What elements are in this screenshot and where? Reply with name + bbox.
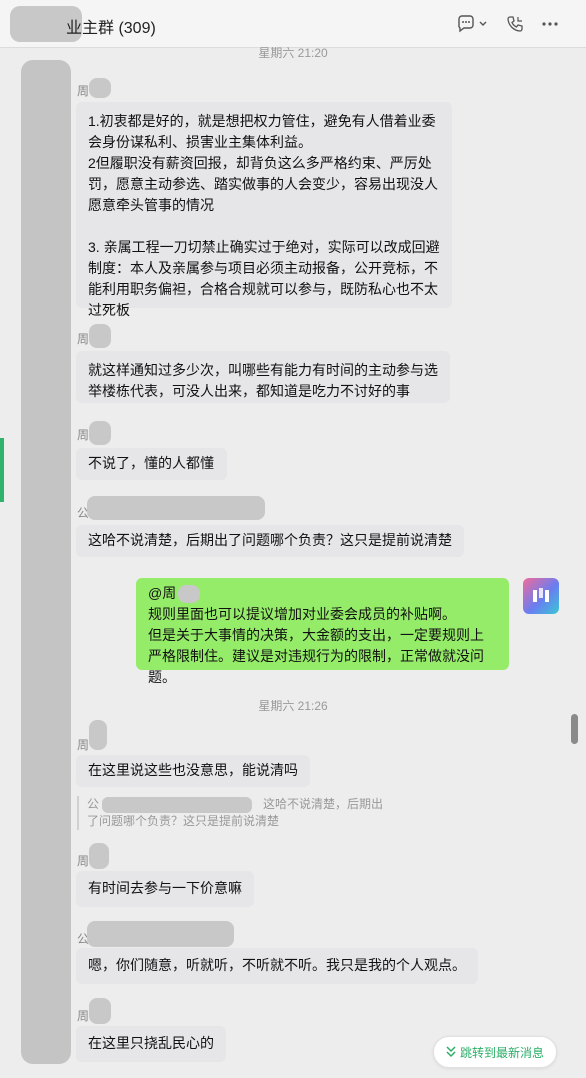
sender-name: 周 xyxy=(77,84,90,98)
sender-name-redacted xyxy=(89,843,109,869)
avatar-logo-icon xyxy=(533,588,549,602)
sender-name-redacted xyxy=(89,720,107,750)
message-bubble[interactable]: 这哈不说清楚，后期出了问题哪个负责？这只是提前说清楚 xyxy=(76,525,464,557)
timestamp: 星期六 21:26 xyxy=(258,699,328,713)
jump-to-latest-label: 跳转到最新消息 xyxy=(459,1045,544,1060)
phone-icon[interactable] xyxy=(503,12,527,36)
quote-sender-redacted xyxy=(102,797,252,813)
message-bubble[interactable]: 就这样通知过多少次，叫哪些有能力有时间的主动参与选举楼栋代表，可没人出来，都知道… xyxy=(76,351,450,403)
double-chevron-down-icon xyxy=(446,1046,456,1058)
message-bubble[interactable]: 不说了，懂的人都懂 xyxy=(76,448,227,480)
my-message-bubble[interactable]: @周 规则里面也可以提议增加对业委会成员的补贴啊。 但是关于大事情的决策，大金额… xyxy=(136,578,509,685)
sender-name-redacted xyxy=(87,496,265,520)
sender-name-redacted xyxy=(87,921,234,947)
sender-name: 周 xyxy=(77,854,90,868)
avatars-redacted xyxy=(21,60,71,1064)
sender-name: 周 xyxy=(77,428,90,442)
sender-name-redacted xyxy=(89,998,111,1024)
message-bubble[interactable]: 嗯，你们随意，听就听，不听就不听。我只是我的个人观点。 xyxy=(76,948,478,984)
chat-header: 业主群 (309) xyxy=(0,0,586,48)
mention-redacted xyxy=(178,585,201,604)
message-bubble[interactable]: 有时间去参与一下价意嘛 xyxy=(76,871,254,907)
my-avatar[interactable] xyxy=(523,578,559,614)
scrollbar-thumb[interactable] xyxy=(571,714,578,744)
chat-title[interactable]: 业主群 (309) xyxy=(66,14,156,38)
chevron-down-icon[interactable] xyxy=(476,12,490,36)
message-bubble[interactable]: 在这里只挠乱民心的 xyxy=(76,1026,226,1062)
chat-bubble-icon[interactable] xyxy=(454,12,478,36)
my-message-text: 规则里面也可以提议增加对业委会成员的补贴啊。 但是关于大事情的决策，大金额的支出… xyxy=(148,606,484,685)
jump-to-latest-button[interactable]: 跳转到最新消息 xyxy=(433,1036,557,1068)
sender-name: 周 xyxy=(77,332,90,346)
message-bubble[interactable]: 在这里说这些也没意思，能说清吗 xyxy=(76,755,310,787)
more-icon[interactable] xyxy=(538,12,562,36)
message-bubble[interactable]: 1.初衷都是好的，就是想把权力管住，避免有人借着业委会身份谋私利、损害业主集体利… xyxy=(76,102,452,318)
quote-sender: 公 xyxy=(87,797,100,811)
sender-name: 周 xyxy=(77,738,90,752)
mention[interactable]: @周 xyxy=(148,585,176,601)
window-edge-accent xyxy=(0,438,4,502)
timestamp: 星期六 21:20 xyxy=(258,46,328,60)
sender-name-redacted xyxy=(89,324,111,348)
sender-name-redacted xyxy=(89,78,111,98)
sender-name-redacted xyxy=(89,421,111,445)
sender-name: 周 xyxy=(77,1009,90,1023)
